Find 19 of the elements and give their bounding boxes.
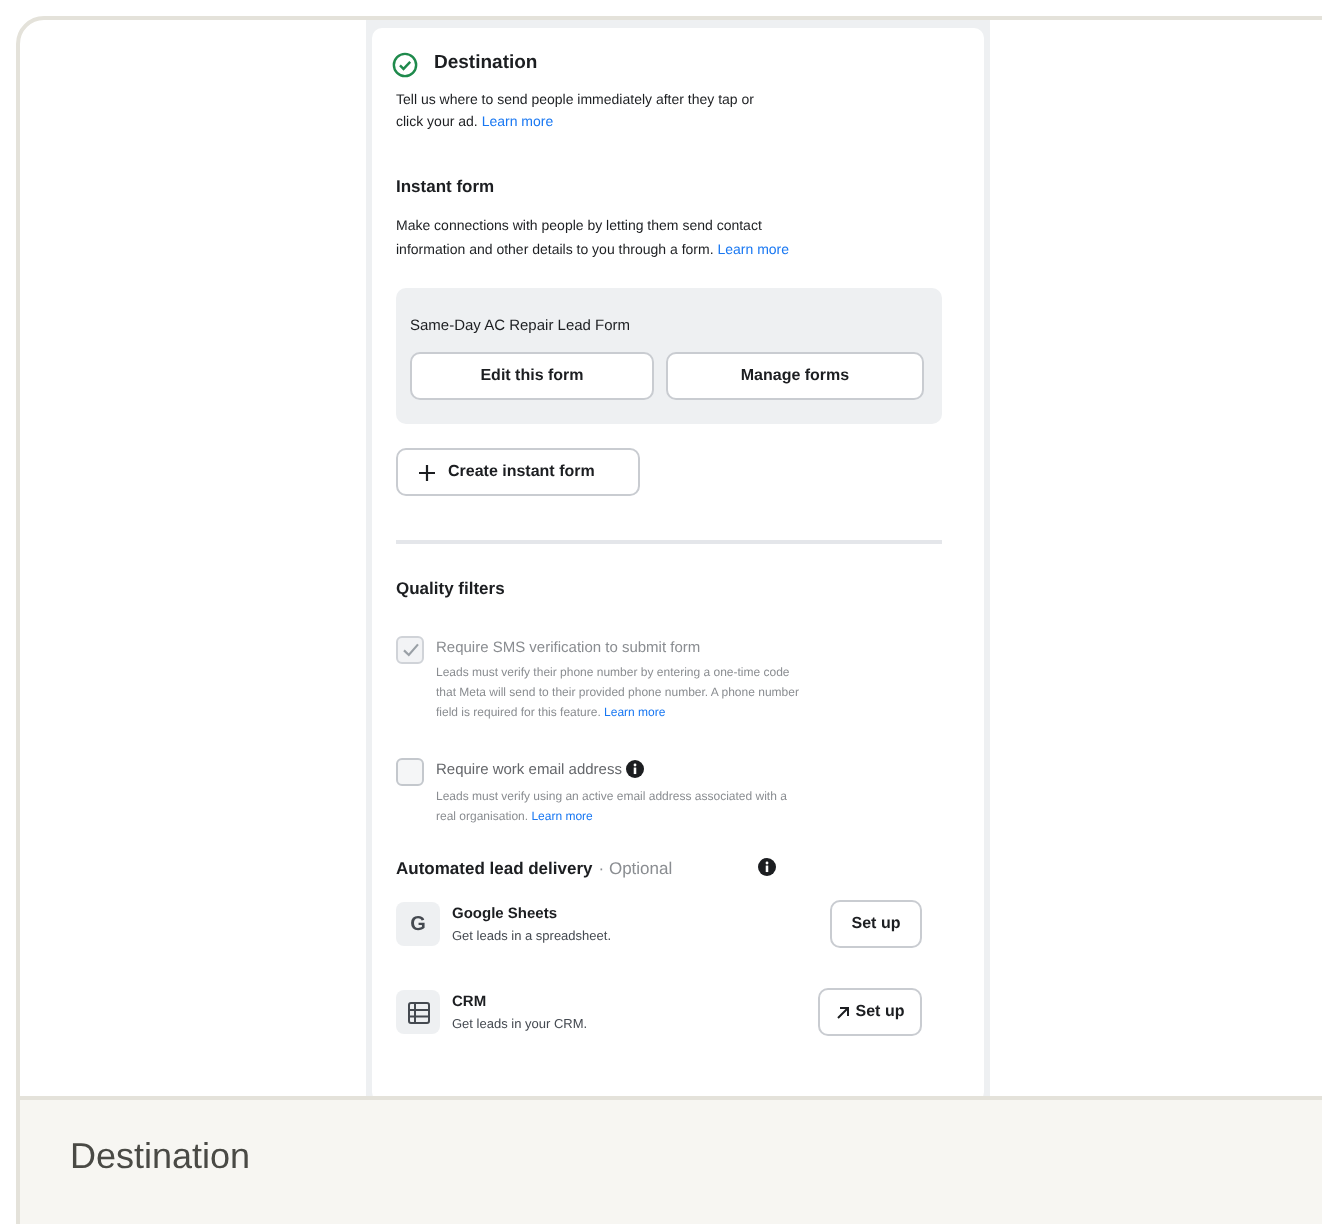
plus-icon: [418, 463, 436, 482]
create-form-button[interactable]: Create instant form: [396, 448, 640, 497]
integration-icon: G: [396, 902, 440, 947]
section-title: Destination: [434, 50, 538, 78]
caption-text: Destination: [70, 1136, 251, 1176]
section-title: Quality filters: [396, 576, 507, 602]
table-icon: [407, 1001, 429, 1024]
form-action-button[interactable]: Edit this form: [410, 352, 654, 401]
info-icon: [625, 760, 644, 779]
section-title: Instant form: [396, 174, 497, 200]
setup-button[interactable]: Set up: [830, 900, 922, 949]
checkmark-icon: [401, 642, 419, 658]
arrow-icon: [835, 1005, 850, 1020]
setup-button[interactable]: Set up: [818, 988, 922, 1037]
checkbox[interactable]: [396, 758, 424, 787]
info-icon: [758, 858, 776, 877]
form-action-button[interactable]: Manage forms: [666, 352, 924, 401]
optional-label: · Optional: [598, 855, 673, 881]
section-title: Automated lead delivery: [396, 855, 593, 881]
